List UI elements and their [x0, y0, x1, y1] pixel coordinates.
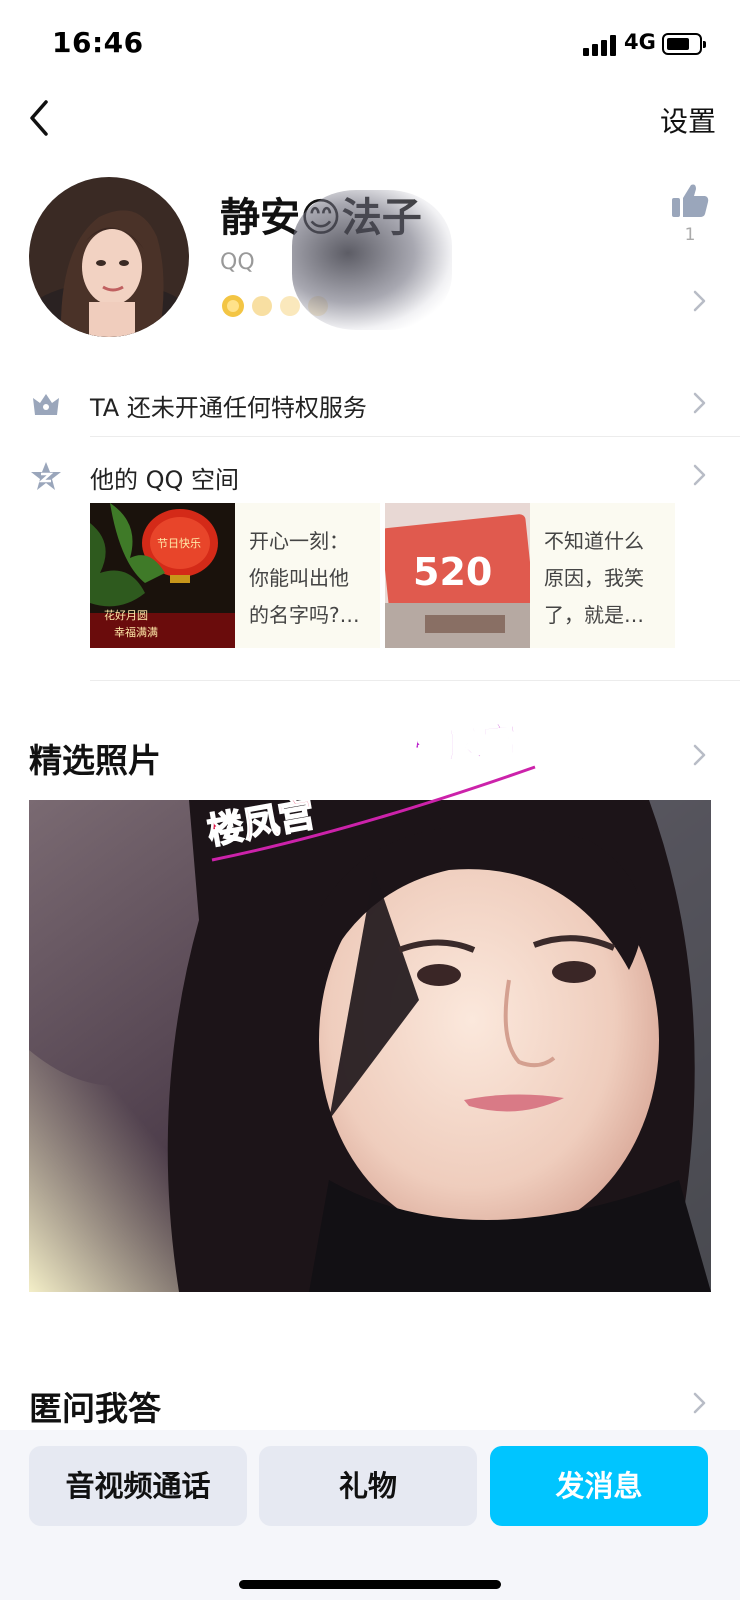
like-count: 1 [684, 225, 696, 245]
featured-photo[interactable] [29, 800, 711, 1292]
anon-qa-title[interactable]: 匿问我答 [29, 1382, 161, 1430]
chevron-right-icon [693, 392, 706, 414]
watermark-text: 楼凤宫 [204, 794, 317, 853]
watermark: 楼凤宫 楼凤宫 [204, 718, 536, 862]
home-indicator[interactable] [239, 1580, 501, 1589]
qzone-post-line: 开心一刻： [249, 529, 349, 553]
crown-icon [33, 394, 59, 415]
qzone-post-line: 原因，我笑 [544, 566, 644, 590]
divider [90, 436, 740, 437]
qzone-post-line: 了，就是… [544, 603, 644, 627]
qzone-post-line: 你能叫出他 [249, 566, 349, 590]
network-type: 4G [624, 30, 656, 54]
qq-number-label: QQ [220, 250, 255, 275]
settings-button[interactable]: 设置 [660, 100, 716, 140]
qzone-image-caption: 节日快乐 [157, 537, 201, 550]
chevron-right-icon[interactable] [693, 744, 707, 766]
qzone-row[interactable]: 他的 QQ 空间 [0, 446, 740, 506]
chevron-right-icon [693, 290, 706, 312]
qzone-label: 他的 QQ 空间 [90, 466, 240, 494]
featured-photos-title[interactable]: 精选照片 [29, 734, 161, 782]
avatar[interactable] [29, 177, 189, 337]
qzone-post-text[interactable]: 开心一刻： 你能叫出他 的名字吗?… [235, 503, 380, 648]
qzone-post-text[interactable]: 不知道什么 原因，我笑 了，就是… [530, 503, 675, 648]
signal-icon [583, 34, 619, 56]
profile-header[interactable]: 静安😊法子 QQ 1 [0, 175, 740, 345]
battery-icon [662, 33, 706, 55]
qzone-image-caption: 幸福满满 [114, 625, 158, 639]
chevron-right-icon [693, 464, 706, 486]
back-arrow-icon [30, 100, 48, 136]
qzone-post-line: 的名字吗?… [249, 603, 360, 627]
chevron-right-icon[interactable] [693, 1392, 707, 1414]
qzone-post-image[interactable]: 520 [381, 503, 534, 648]
like-button[interactable]: 1 [668, 183, 712, 255]
gift-button[interactable]: 礼物 [259, 1446, 477, 1526]
qzone-image-caption: 花好月圆 [104, 608, 148, 622]
privilege-row[interactable]: TA 还未开通任何特权服务 [0, 374, 740, 434]
privilege-label: TA 还未开通任何特权服务 [90, 394, 367, 422]
send-message-button[interactable]: 发消息 [490, 1446, 708, 1526]
nav-bar: 设置 [0, 88, 740, 148]
watermark-text: 楼凤宫 [409, 719, 521, 771]
video-call-button[interactable]: 音视频通话 [29, 1446, 247, 1526]
status-bar: 16:46 4G [0, 0, 740, 88]
back-button[interactable] [26, 96, 66, 140]
qzone-post-image[interactable]: 节日快乐 花好月圆 幸福满满 [90, 503, 235, 648]
qzone-image-caption: 520 [413, 550, 492, 594]
qzone-posts: 节日快乐 花好月圆 幸福满满 开心一刻： 你能叫出他 的名字吗?… 520 不知… [90, 503, 680, 648]
bottom-action-bar: 音视频通话 礼物 发消息 [0, 1430, 740, 1600]
status-time: 16:46 [52, 26, 144, 59]
thumbs-up-icon [672, 184, 709, 217]
divider [90, 680, 740, 681]
qzone-star-icon [31, 462, 61, 490]
redaction-smear [292, 190, 452, 330]
qzone-post-line: 不知道什么 [544, 529, 644, 553]
